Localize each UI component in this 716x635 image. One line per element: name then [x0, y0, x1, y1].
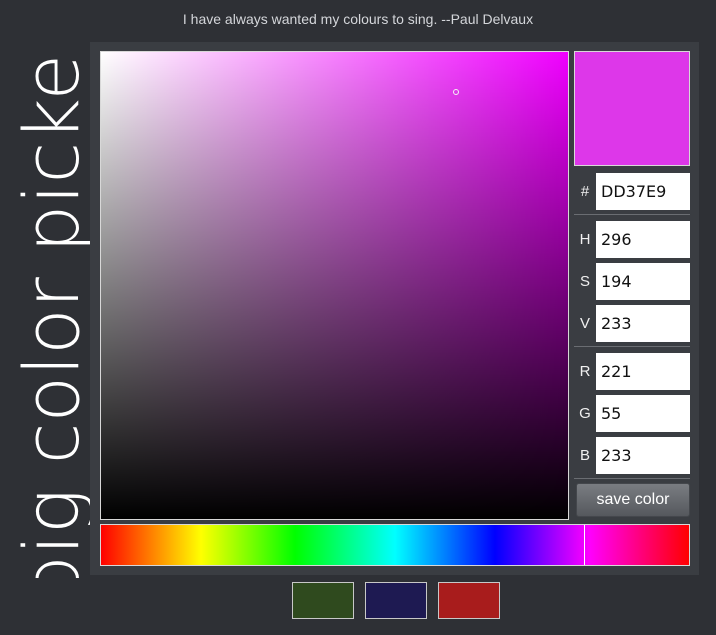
- saturation-label: S: [579, 273, 590, 290]
- sv-cursor-handle[interactable]: [453, 89, 460, 96]
- color-preview-swatch: [574, 51, 690, 166]
- red-input[interactable]: [596, 353, 690, 390]
- value-field-row: V: [574, 305, 690, 342]
- header-quote: I have always wanted my colours to sing.…: [182, 11, 534, 27]
- blue-input[interactable]: [596, 437, 690, 474]
- value-label: V: [579, 315, 590, 332]
- hex-field-row: #: [574, 173, 690, 210]
- divider: [574, 478, 690, 479]
- saved-swatch[interactable]: [365, 582, 427, 619]
- divider: [574, 346, 690, 347]
- hue-slider-handle[interactable]: [584, 525, 586, 565]
- saturation-input[interactable]: [596, 263, 690, 300]
- hue-field-row: H: [574, 221, 690, 258]
- green-label: G: [579, 405, 591, 422]
- saved-swatch[interactable]: [438, 582, 500, 619]
- green-input[interactable]: [596, 395, 690, 432]
- saturation-value-square[interactable]: [100, 51, 569, 520]
- hue-label: H: [579, 231, 591, 248]
- hue-input[interactable]: [596, 221, 690, 258]
- blue-label: B: [579, 447, 590, 464]
- divider: [574, 214, 690, 215]
- app-title-container: big color picker: [6, 48, 98, 578]
- saturation-field-row: S: [574, 263, 690, 300]
- blue-field-row: B: [574, 437, 690, 474]
- green-field-row: G: [574, 395, 690, 432]
- save-color-button[interactable]: save color: [576, 483, 690, 517]
- saved-swatch[interactable]: [292, 582, 354, 619]
- app-title: big color picker: [7, 48, 96, 578]
- hue-slider[interactable]: [100, 524, 690, 566]
- red-field-row: R: [574, 353, 690, 390]
- hex-input[interactable]: [596, 173, 690, 210]
- value-input[interactable]: [596, 305, 690, 342]
- hex-label: #: [580, 183, 590, 200]
- red-label: R: [579, 363, 591, 380]
